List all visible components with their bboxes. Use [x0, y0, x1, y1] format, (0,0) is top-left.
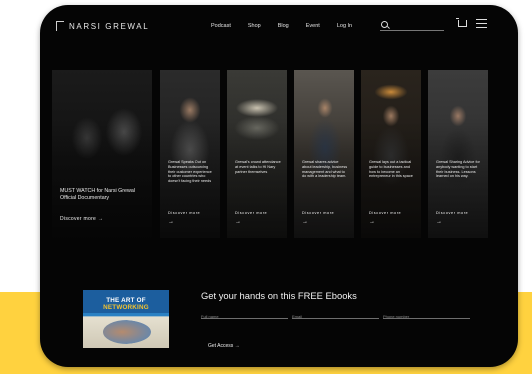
nav-item-podcast[interactable]: Podcast — [211, 23, 231, 29]
main-nav: Podcast Shop Blog Event Log In — [211, 23, 352, 29]
arrow-right-icon[interactable]: → — [436, 219, 442, 225]
arrow-right-icon: → — [97, 216, 104, 222]
cart-icon[interactable] — [456, 18, 467, 27]
video-card[interactable]: Grewal Speaks Out on Businesses outsourc… — [160, 70, 220, 238]
logo-mark-icon — [56, 21, 64, 31]
nav-item-shop[interactable]: Shop — [248, 23, 261, 29]
card-discover-link[interactable]: Discover more — [436, 211, 468, 215]
get-access-button[interactable]: Get Access → — [208, 343, 240, 349]
card-discover-link[interactable]: Discover more — [168, 211, 200, 215]
full-name-field[interactable] — [201, 305, 288, 319]
nav-item-event[interactable]: Event — [306, 23, 320, 29]
featured-discover-link[interactable]: Discover more → — [60, 216, 103, 222]
card-description: Grewal shares advice about leadership, b… — [302, 160, 348, 179]
phone-input[interactable] — [383, 311, 470, 319]
handshake-illustration — [103, 320, 151, 344]
video-card[interactable]: Grewal Sharing Advice for anybody wantin… — [428, 70, 488, 238]
hamburger-menu-icon[interactable] — [476, 19, 487, 28]
ebook-heading: Get your hands on this FREE Ebooks — [201, 290, 357, 301]
email-field[interactable] — [292, 305, 379, 319]
card-description: Grewal's crowd attendance at event talks… — [235, 160, 281, 174]
card-discover-link[interactable]: Discover more — [235, 211, 267, 215]
featured-description: MUST WATCH for Narsi Grewal Official Doc… — [60, 188, 135, 201]
card-discover-link[interactable]: Discover more — [369, 211, 401, 215]
nav-item-login[interactable]: Log In — [337, 23, 352, 29]
email-input[interactable] — [292, 311, 379, 319]
arrow-right-icon[interactable]: → — [302, 219, 308, 225]
browser-frame: NARSI GREWAL Podcast Shop Blog Event Log… — [40, 5, 518, 367]
arrow-right-icon[interactable]: → — [369, 219, 375, 225]
card-description: Grewal Speaks Out on Businesses outsourc… — [168, 160, 212, 184]
search-icon — [381, 21, 388, 28]
phone-field[interactable] — [383, 305, 470, 319]
featured-video-card[interactable]: MUST WATCH for Narsi Grewal Official Doc… — [52, 70, 152, 238]
ebook-cover-title: THE ART OF NETWORKING — [103, 297, 149, 311]
full-name-input[interactable] — [201, 311, 288, 319]
card-description: Grewal Sharing Advice for anybody wantin… — [436, 160, 480, 179]
search-input[interactable] — [380, 19, 444, 31]
video-card[interactable]: Grewal lays out a tactical guide to busi… — [361, 70, 421, 238]
brand-name: NARSI GREWAL — [69, 21, 150, 31]
arrow-right-icon[interactable]: → — [235, 219, 241, 225]
card-discover-link[interactable]: Discover more — [302, 211, 334, 215]
ebook-cover: THE ART OF NETWORKING — [83, 290, 169, 348]
video-card[interactable]: Grewal's crowd attendance at event talks… — [227, 70, 287, 238]
video-card[interactable]: Grewal shares advice about leadership, b… — [294, 70, 354, 238]
brand-logo[interactable]: NARSI GREWAL — [56, 21, 149, 31]
nav-item-blog[interactable]: Blog — [278, 23, 289, 29]
arrow-right-icon[interactable]: → — [168, 219, 174, 225]
card-description: Grewal lays out a tactical guide to busi… — [369, 160, 413, 179]
